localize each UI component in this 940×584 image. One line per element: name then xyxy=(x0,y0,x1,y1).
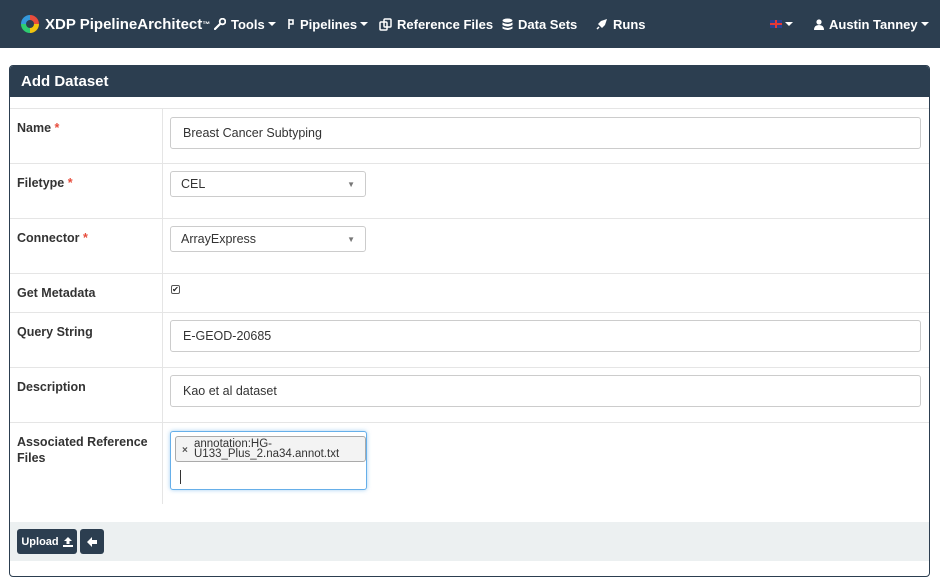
filetype-select[interactable]: CEL ▼ xyxy=(170,171,366,197)
nav-runs[interactable]: Runs xyxy=(596,0,646,48)
form-row-name: Name * xyxy=(10,108,929,164)
nav-pipelines[interactable]: Pipelines xyxy=(287,0,369,48)
brand[interactable]: XDP PipelineArchitect ™ xyxy=(21,15,210,33)
files-icon xyxy=(379,17,392,31)
filetype-value: CEL xyxy=(181,177,206,191)
nav-reference-files-label: Reference Files xyxy=(397,16,494,32)
upload-icon xyxy=(62,536,73,547)
selected-reference-file-label: annotation:HG-U133_Plus_2.na34.annot.txt xyxy=(194,438,340,460)
description-label: Description xyxy=(10,368,163,423)
required-marker: * xyxy=(54,121,60,135)
language-dropdown[interactable] xyxy=(770,0,793,48)
connector-label: Connector * xyxy=(10,219,163,274)
brand-logo-icon xyxy=(21,15,39,33)
chevron-down-icon: ▼ xyxy=(347,179,355,189)
form-row-reference-files: Associated Reference Files × annotation:… xyxy=(10,422,929,504)
back-button[interactable] xyxy=(80,529,104,554)
form-row-query-string: Query String xyxy=(10,312,929,368)
connector-select[interactable]: ArrayExpress ▼ xyxy=(170,226,366,252)
chevron-down-icon xyxy=(267,22,276,26)
required-marker: * xyxy=(67,176,73,190)
arrow-left-icon xyxy=(87,536,97,547)
reference-files-multiselect[interactable]: × annotation:HG-U133_Plus_2.na34.annot.t… xyxy=(170,431,367,490)
pipeline-icon xyxy=(287,18,295,30)
nav-pipelines-label: Pipelines xyxy=(300,16,358,32)
nav-tools[interactable]: Tools xyxy=(214,0,276,48)
required-marker: * xyxy=(82,231,88,245)
name-label: Name * xyxy=(10,109,163,164)
user-name: Austin Tanney xyxy=(829,16,918,32)
nav-data-sets-label: Data Sets xyxy=(518,16,578,32)
text-cursor xyxy=(180,470,181,484)
form-row-connector: Connector * ArrayExpress ▼ xyxy=(10,218,929,274)
database-icon xyxy=(502,18,513,31)
uk-flag-icon xyxy=(770,20,782,28)
connector-value: ArrayExpress xyxy=(181,232,257,246)
nav-tools-label: Tools xyxy=(231,16,265,32)
filetype-label: Filetype * xyxy=(10,164,163,219)
add-dataset-panel: Add Dataset Name * Filetype * CEL ▼ Conn… xyxy=(9,65,930,577)
upload-button[interactable]: Upload xyxy=(17,529,77,554)
get-metadata-label: Get Metadata xyxy=(10,274,163,313)
rocket-icon xyxy=(596,18,608,30)
chevron-down-icon xyxy=(360,22,369,26)
query-string-input[interactable] xyxy=(170,320,921,352)
chevron-down-icon xyxy=(785,22,793,26)
query-string-label: Query String xyxy=(10,313,163,368)
nav-runs-label: Runs xyxy=(613,16,646,32)
form-row-filetype: Filetype * CEL ▼ xyxy=(10,163,929,219)
form-row-description: Description xyxy=(10,367,929,423)
chevron-down-icon xyxy=(920,22,929,26)
brand-name: XDP PipelineArchitect xyxy=(45,15,203,33)
nav-data-sets[interactable]: Data Sets xyxy=(502,0,577,48)
user-menu[interactable]: Austin Tanney xyxy=(814,0,929,48)
description-input[interactable] xyxy=(170,375,921,407)
selected-reference-file-tag: × annotation:HG-U133_Plus_2.na34.annot.t… xyxy=(175,436,366,462)
upload-button-label: Upload xyxy=(21,535,59,548)
name-input[interactable] xyxy=(170,117,921,149)
panel-footer: Upload xyxy=(10,522,929,561)
reference-files-label: Associated Reference Files xyxy=(10,423,163,504)
brand-trademark: ™ xyxy=(202,19,211,29)
user-icon xyxy=(814,18,824,30)
wrench-icon xyxy=(214,18,226,30)
remove-tag-icon[interactable]: × xyxy=(182,446,188,456)
get-metadata-checkbox[interactable]: ✔ xyxy=(171,285,180,294)
top-navbar: XDP PipelineArchitect ™ Tools Pipelines R… xyxy=(0,0,940,48)
nav-reference-files[interactable]: Reference Files xyxy=(379,0,493,48)
chevron-down-icon: ▼ xyxy=(347,234,355,244)
panel-title: Add Dataset xyxy=(10,66,929,97)
form-row-get-metadata: Get Metadata ✔ xyxy=(10,273,929,313)
